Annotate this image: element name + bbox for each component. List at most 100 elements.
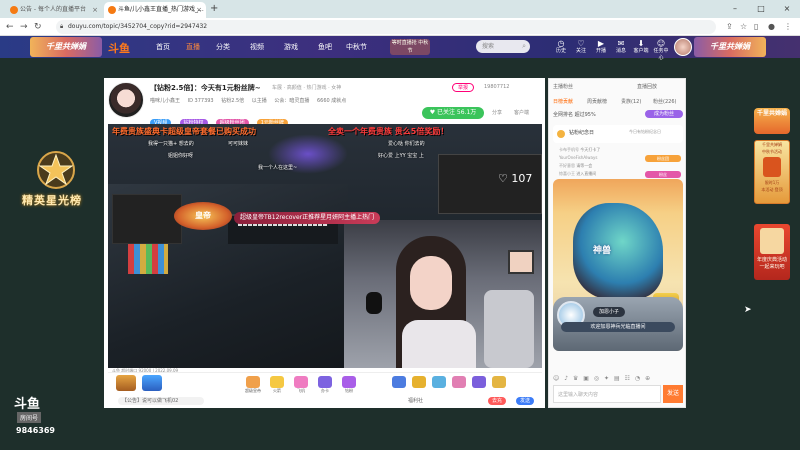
tab-weekly-rank[interactable]: 周贡献榜 <box>587 97 607 107</box>
search-placeholder: 搜索 <box>482 43 495 50</box>
gift-item[interactable]: 办卡 <box>316 376 334 394</box>
nav-live[interactable]: 直播 <box>186 42 200 52</box>
gift-item[interactable]: 超级皇帝 <box>244 376 262 394</box>
douyu-logo[interactable]: 斗鱼 <box>108 40 130 56</box>
treasure-chest-icon[interactable] <box>116 375 136 391</box>
new-tab-button[interactable]: + <box>210 2 218 16</box>
search-icon[interactable]: ⌕ <box>522 40 526 53</box>
task-icon: ☺ <box>656 39 666 48</box>
danmu-small: 姐姐你好呀 <box>168 153 194 159</box>
messages-button[interactable]: ✉ 消息 <box>612 39 630 55</box>
chat-username[interactable]: YourOneFishAlways <box>559 155 597 160</box>
follow-button[interactable]: ♡ 关注 <box>572 39 590 55</box>
become-fan-button[interactable]: 成为粉丝 <box>645 110 683 118</box>
blue-chest-icon[interactable] <box>142 375 162 391</box>
side-event-ad[interactable]: 千里共婵娟 中秋节活动 限时1万 本活动 登顶 <box>754 140 790 204</box>
gift-item[interactable] <box>430 376 448 388</box>
side-celebration-ad[interactable]: 年度庆典活动 一起来玩吧 <box>754 224 790 280</box>
announcement-input[interactable]: 【公告】说可以做飞机02 <box>118 397 204 405</box>
close-tab-icon[interactable]: × <box>196 2 202 18</box>
tab-daily-rank[interactable]: 日榜贡献 <box>553 97 573 107</box>
fan-group-tag: 粉丝团 <box>645 155 681 162</box>
bookmark-star-icon[interactable]: ☆ <box>740 20 747 34</box>
chat-top-link[interactable]: 直播回放 <box>637 83 657 90</box>
browser-tab-1[interactable]: 公告 - 每个人的直播平台 × <box>6 2 102 18</box>
client-download-button[interactable]: ⬇ 客户端 <box>632 39 650 55</box>
chat-username[interactable]: 卡布手机号 <box>559 147 579 152</box>
clock-icon[interactable]: ◔ <box>635 375 640 382</box>
festival-banner-left[interactable]: 千里共婵娟 <box>30 37 102 57</box>
room-tags[interactable]: 车展 · 高颜值 · 热门游戏 · 女神 <box>272 84 341 91</box>
minimize-button[interactable]: – <box>722 0 748 18</box>
target-icon[interactable]: ◎ <box>594 375 599 382</box>
festival-banner-right[interactable]: 千里共婵娟 <box>694 37 766 57</box>
gift-item[interactable]: 钻粉 <box>340 376 358 394</box>
sidepanel-icon[interactable]: ▯ <box>754 20 758 34</box>
room-meta-extra: 以主播 <box>251 98 267 104</box>
maximize-button[interactable]: □ <box>748 0 774 18</box>
nav-mid-autumn[interactable]: 中秋节 <box>346 42 367 52</box>
search-input[interactable]: 搜索 ⌕ <box>476 40 530 53</box>
back-arrow-icon[interactable]: ← <box>6 20 14 34</box>
user-avatar[interactable] <box>674 38 692 56</box>
gift-item[interactable] <box>410 376 428 388</box>
chat-username[interactable]: 惊喜小王 <box>559 171 575 176</box>
close-tab-icon[interactable]: × <box>92 2 98 18</box>
gift-item[interactable] <box>450 376 468 388</box>
forward-arrow-icon[interactable]: → <box>20 20 28 34</box>
emoji-icon[interactable]: ☺ <box>553 375 559 382</box>
sparkle-icon[interactable]: ✦ <box>604 375 609 382</box>
close-window-button[interactable]: × <box>774 0 800 18</box>
image-icon[interactable]: ▣ <box>583 375 589 382</box>
gift-item[interactable]: 火箭 <box>268 376 286 394</box>
share-icon[interactable]: ⇪ <box>726 20 733 34</box>
streamer-avatar[interactable] <box>108 82 144 118</box>
send-button[interactable]: 发送 <box>516 397 534 405</box>
guild-name[interactable]: 公会：暗灵直播 <box>274 98 309 104</box>
browser-tab-2[interactable]: 斗鱼/儿小鑫王直播_热门游戏_... × <box>104 2 206 18</box>
promo-badge[interactable]: 等时直播抢 中秋节 <box>390 39 430 55</box>
danmu-small: 我得一只猫+ 想去的 <box>148 141 194 147</box>
share-button[interactable]: 分享 <box>492 109 502 116</box>
nav-yuba[interactable]: 鱼吧 <box>318 42 332 52</box>
go-live-button[interactable]: ▶ 开播 <box>592 39 610 55</box>
address-bar[interactable]: 🔒︎ douyu.com/topic/3452704_copy?rid=2947… <box>56 20 716 34</box>
follow-streamer-button[interactable]: ♥ 已关注 56.1万 <box>422 107 484 119</box>
menu-kebab-icon[interactable]: ⋮ <box>784 20 792 34</box>
recharge-button[interactable]: 去充 <box>488 397 506 405</box>
reload-icon[interactable]: ↻ <box>34 20 42 34</box>
gift-item[interactable] <box>390 376 408 388</box>
crown-icon[interactable]: ♛ <box>573 375 578 382</box>
nav-video[interactable]: 视频 <box>250 42 264 52</box>
video-player[interactable]: 年费贵族盛典卡超级皇帝套餐已购买成功 全卖一个年费贵族 贵么5倍奖励！ 我得一只… <box>108 124 542 368</box>
task-center-button[interactable]: ☺ 任务中心 <box>652 39 670 62</box>
list-icon[interactable]: ▤ <box>614 375 620 382</box>
like-counter[interactable]: ♡ 107 <box>498 172 532 185</box>
chat-text: 请等一会 <box>576 163 593 168</box>
gift-item[interactable] <box>470 376 488 388</box>
gift-item[interactable]: 飞机 <box>292 376 310 394</box>
history-button[interactable]: ◷ 历史 <box>552 39 570 55</box>
tab-nobles[interactable]: 贵族(12) <box>621 97 641 107</box>
music-icon[interactable]: ♪ <box>564 375 568 382</box>
chat-top-link[interactable]: 主播粉丝 <box>553 83 573 90</box>
diamond-anniversary-card[interactable]: 钻粉纪念日 今日有钻粉纪念日 <box>553 125 683 143</box>
profile-icon[interactable]: ● <box>768 20 775 34</box>
nav-home[interactable]: 首页 <box>156 42 170 52</box>
client-link[interactable]: 客户端 <box>514 109 529 116</box>
chat-input[interactable]: 这里输入聊天内容 <box>553 385 661 403</box>
gift-icon <box>412 376 426 388</box>
side-festival-ad[interactable]: 千里共婵娟 <box>754 108 790 134</box>
nav-category[interactable]: 分类 <box>216 42 230 52</box>
tab-fans[interactable]: 粉丝(226) <box>653 97 676 107</box>
welfare-link[interactable]: 福利社 <box>408 396 423 406</box>
player-card: 【钻粉2.5倍】：今天有1元粉丝牌~ 车展 · 高颜值 · 热门游戏 · 女神 … <box>104 78 545 408</box>
grid-icon[interactable]: ☷ <box>625 375 630 382</box>
gift-item[interactable] <box>490 376 508 388</box>
chat-username[interactable]: 不好意思 <box>559 163 575 168</box>
streamer-name[interactable]: 喵咪儿小鑫王 <box>150 98 180 104</box>
report-button[interactable]: 举报 <box>452 83 474 92</box>
nav-games[interactable]: 游戏 <box>284 42 298 52</box>
add-icon[interactable]: ⊕ <box>645 375 650 382</box>
chat-send-button[interactable]: 发送 <box>663 385 683 403</box>
